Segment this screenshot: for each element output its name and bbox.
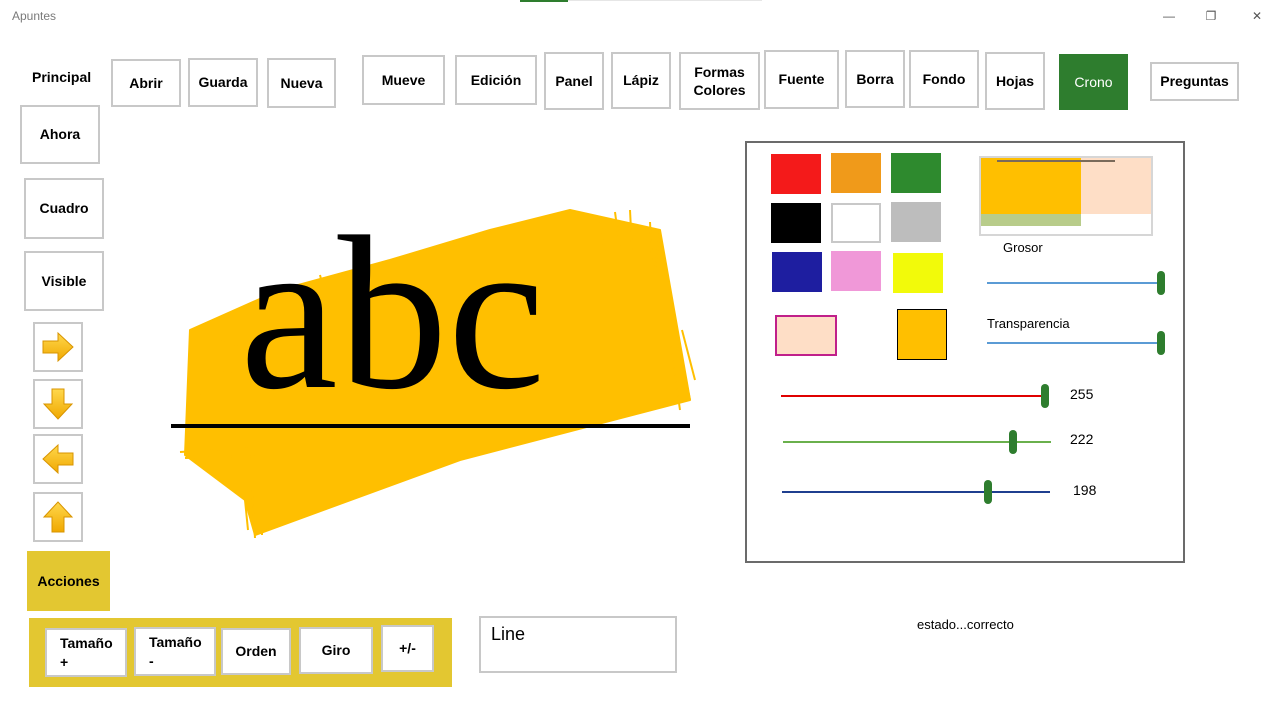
app-title: Apuntes: [12, 9, 57, 23]
guarda-button[interactable]: Guarda: [188, 58, 258, 107]
restore-icon[interactable]: ❐: [1188, 0, 1234, 32]
mueve-button[interactable]: Mueve: [362, 55, 445, 105]
swatch-yellow[interactable]: [893, 253, 943, 293]
ahora-button[interactable]: Ahora: [20, 105, 100, 164]
blue-value: 198: [1073, 482, 1097, 498]
color-panel: Grosor Transparencia 255 222 198: [745, 141, 1185, 563]
swatch-pink[interactable]: [831, 251, 881, 291]
grosor-slider[interactable]: [987, 271, 1165, 295]
principal-label: Principal: [32, 69, 92, 85]
arrow-up-icon: [42, 501, 74, 533]
stroke-color-indicator[interactable]: [897, 309, 947, 360]
edicion-button[interactable]: Edición: [455, 55, 537, 105]
borra-button[interactable]: Borra: [845, 50, 905, 108]
fondo-button[interactable]: Fondo: [909, 50, 979, 108]
preguntas-button[interactable]: Preguntas: [1150, 62, 1239, 101]
green-slider[interactable]: [783, 430, 1051, 454]
drawing-canvas[interactable]: abc: [160, 190, 720, 550]
transparencia-slider[interactable]: [987, 331, 1165, 355]
move-right-button[interactable]: [33, 322, 83, 372]
arrow-right-icon: [42, 331, 74, 363]
orden-button[interactable]: Orden: [221, 628, 291, 675]
title-bar: Apuntes — ❐ ✕: [0, 0, 1280, 32]
move-left-button[interactable]: [33, 434, 83, 484]
title-accent: [520, 0, 568, 2]
swatch-black[interactable]: [771, 203, 821, 243]
swatch-white[interactable]: [831, 203, 881, 243]
crono-button[interactable]: Crono: [1059, 54, 1128, 110]
abrir-button[interactable]: Abrir: [111, 59, 181, 107]
panel-button[interactable]: Panel: [544, 52, 604, 110]
formas-colores-button[interactable]: Formas Colores: [679, 52, 760, 110]
line-field[interactable]: Line: [479, 616, 677, 673]
drawing-surface: abc: [171, 191, 696, 539]
status-text: estado...correcto: [917, 617, 1014, 632]
acciones-button[interactable]: Acciones: [27, 551, 110, 611]
fill-color-indicator[interactable]: [775, 315, 837, 356]
swatch-red[interactable]: [771, 154, 821, 194]
title-divider: [568, 0, 762, 1]
swatch-orange[interactable]: [831, 153, 881, 193]
close-icon[interactable]: ✕: [1234, 0, 1280, 32]
grosor-label: Grosor: [1003, 240, 1043, 255]
nueva-button[interactable]: Nueva: [267, 58, 336, 108]
swatch-green[interactable]: [891, 153, 941, 193]
hojas-button[interactable]: Hojas: [985, 52, 1045, 110]
canvas-text: abc: [240, 191, 545, 435]
visible-button[interactable]: Visible: [24, 251, 104, 311]
red-value: 255: [1070, 386, 1094, 402]
swatch-navy[interactable]: [772, 252, 822, 292]
move-down-button[interactable]: [33, 379, 83, 429]
move-up-button[interactable]: [33, 492, 83, 542]
color-preview: [979, 156, 1153, 236]
blue-slider[interactable]: [782, 480, 1050, 504]
giro-button[interactable]: Giro: [299, 627, 373, 674]
arrow-down-icon: [42, 388, 74, 420]
swatch-gray[interactable]: [891, 202, 941, 242]
red-slider[interactable]: [781, 384, 1049, 408]
size-increase-button[interactable]: Tamaño +: [45, 628, 127, 677]
transparencia-label: Transparencia: [987, 316, 1070, 331]
green-value: 222: [1070, 431, 1094, 447]
arrow-left-icon: [42, 443, 74, 475]
fuente-button[interactable]: Fuente: [764, 50, 839, 109]
plus-minus-button[interactable]: +/-: [381, 625, 434, 672]
lapiz-button[interactable]: Lápiz: [611, 52, 671, 109]
cuadro-button[interactable]: Cuadro: [24, 178, 104, 239]
minimize-icon[interactable]: —: [1146, 0, 1192, 32]
size-decrease-button[interactable]: Tamaño -: [134, 627, 216, 676]
